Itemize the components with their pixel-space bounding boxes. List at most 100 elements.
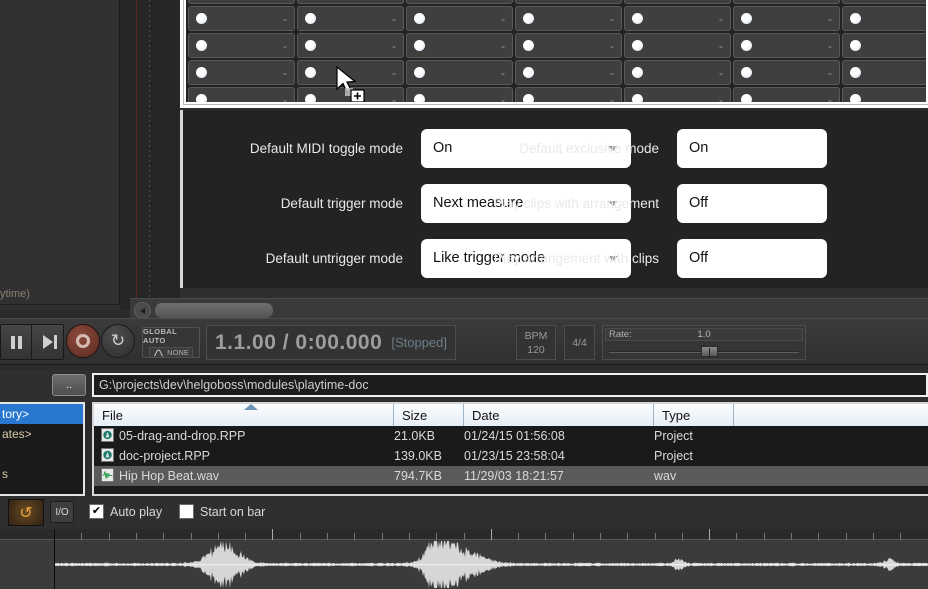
parent-directory-button[interactable]: .. xyxy=(52,374,86,396)
clip-slot[interactable]: - xyxy=(406,0,513,4)
playrate-control[interactable]: Rate: 1.0 xyxy=(602,325,806,360)
clip-slot[interactable]: - xyxy=(733,0,840,4)
clip-slot[interactable]: - xyxy=(733,33,840,58)
scroll-left-arrow-icon[interactable] xyxy=(134,302,151,319)
clip-slot[interactable]: - xyxy=(842,0,926,4)
table-row[interactable]: doc-project.RPP 139.0KB 01/23/15 23:58:04 P… xyxy=(94,446,928,466)
clip-slot[interactable]: - xyxy=(406,60,513,85)
track-control-panel[interactable]: ytime) xyxy=(0,0,120,305)
circle-led-icon[interactable] xyxy=(523,67,534,78)
column-header-date[interactable]: Date xyxy=(464,404,654,426)
clip-matrix-grid[interactable]: ----------------------------------------… xyxy=(186,0,926,102)
circle-led-icon[interactable] xyxy=(850,94,861,102)
time-signature-display[interactable]: 4/4 xyxy=(564,325,595,360)
circle-led-icon[interactable] xyxy=(632,94,643,102)
clip-slot[interactable]: - xyxy=(297,33,404,58)
circle-led-icon[interactable] xyxy=(741,67,752,78)
clip-slot[interactable]: - xyxy=(188,33,295,58)
clip-slot[interactable]: - xyxy=(188,0,295,4)
record-button[interactable] xyxy=(66,324,100,358)
circle-led-icon[interactable] xyxy=(196,94,207,102)
clip-slot[interactable]: - xyxy=(733,87,840,102)
circle-led-icon[interactable] xyxy=(850,13,861,24)
clip-slot[interactable]: - xyxy=(842,60,926,85)
circle-led-icon[interactable] xyxy=(196,67,207,78)
clip-slot[interactable]: - xyxy=(515,87,622,102)
clip-slot[interactable]: - xyxy=(188,87,295,102)
clip-slot[interactable]: - xyxy=(188,6,295,31)
global-automation-mode[interactable]: GLOBAL AUTO NONE xyxy=(142,327,200,358)
waveform-ruler[interactable] xyxy=(0,529,928,540)
play-clips-with-arrangement-dropdown[interactable]: Off xyxy=(677,183,827,223)
clip-slot[interactable]: - xyxy=(515,60,622,85)
transport-position-display[interactable]: 1.1.00 / 0:00.000 [Stopped] xyxy=(206,325,456,360)
clip-slot[interactable]: - xyxy=(297,6,404,31)
go-to-end-button[interactable] xyxy=(32,325,63,359)
clip-slot[interactable]: - xyxy=(842,87,926,102)
clip-slot[interactable]: - xyxy=(406,33,513,58)
horizontal-scrollbar[interactable] xyxy=(130,298,928,320)
circle-led-icon[interactable] xyxy=(523,94,534,102)
path-input[interactable]: G:\projects\dev\helgoboss\modules\playti… xyxy=(92,373,928,397)
circle-led-icon[interactable] xyxy=(414,94,425,102)
start-on-bar-toggle[interactable]: Start on bar xyxy=(179,504,265,519)
circle-led-icon[interactable] xyxy=(305,67,316,78)
io-routing-button[interactable]: I/O xyxy=(50,501,74,523)
circle-led-icon[interactable] xyxy=(632,13,643,24)
clip-slot[interactable]: - xyxy=(624,87,731,102)
tree-item[interactable]: s xyxy=(0,464,83,484)
circle-led-icon[interactable] xyxy=(741,94,752,102)
circle-led-icon[interactable] xyxy=(741,40,752,51)
clip-slot[interactable]: - xyxy=(406,6,513,31)
circle-led-icon[interactable] xyxy=(741,13,752,24)
column-header-size[interactable]: Size xyxy=(394,404,464,426)
circle-led-icon[interactable] xyxy=(196,13,207,24)
clip-slot[interactable]: - xyxy=(515,33,622,58)
auto-play-checkbox[interactable] xyxy=(89,504,104,519)
clip-slot[interactable]: - xyxy=(624,60,731,85)
circle-led-icon[interactable] xyxy=(523,13,534,24)
play-arrangement-with-clips-dropdown[interactable]: Off xyxy=(677,238,827,278)
circle-led-icon[interactable] xyxy=(632,40,643,51)
default-exclusive-mode-dropdown[interactable]: On xyxy=(677,128,827,168)
clip-slot[interactable]: - xyxy=(515,6,622,31)
clip-slot[interactable]: - xyxy=(733,6,840,31)
circle-led-icon[interactable] xyxy=(414,40,425,51)
bpm-display[interactable]: BPM 120 xyxy=(516,325,556,360)
clip-slot[interactable]: - xyxy=(297,0,404,4)
circle-led-icon[interactable] xyxy=(850,40,861,51)
table-row[interactable]: 05-drag-and-drop.RPP 21.0KB 01/24/15 01:56… xyxy=(94,426,928,446)
file-list[interactable]: File Size Date Type 05-drag-and-drop.RPP… xyxy=(92,402,928,496)
clip-slot[interactable]: - xyxy=(515,0,622,4)
circle-led-icon[interactable] xyxy=(305,94,316,102)
clip-slot[interactable]: - xyxy=(842,6,926,31)
clip-slot[interactable]: - xyxy=(624,0,731,4)
repeat-button[interactable]: ↻ xyxy=(101,324,135,358)
global-auto-value-box[interactable]: NONE xyxy=(149,347,193,358)
circle-led-icon[interactable] xyxy=(523,40,534,51)
playrate-slider[interactable] xyxy=(605,346,803,357)
waveform-preview[interactable] xyxy=(0,529,928,589)
clip-slot[interactable]: - xyxy=(188,60,295,85)
tree-item[interactable]: tory> xyxy=(0,404,83,424)
clip-slot[interactable]: - xyxy=(624,6,731,31)
circle-led-icon[interactable] xyxy=(305,13,316,24)
auto-play-toggle[interactable]: Auto play xyxy=(89,504,162,519)
circle-led-icon[interactable] xyxy=(305,40,316,51)
slider-thumb[interactable] xyxy=(701,346,718,357)
circle-led-icon[interactable] xyxy=(414,13,425,24)
clip-slot[interactable]: - xyxy=(406,87,513,102)
circle-led-icon[interactable] xyxy=(414,67,425,78)
table-row[interactable]: Hip Hop Beat.wav 794.7KB 11/29/03 18:21:57… xyxy=(94,466,928,486)
tree-item[interactable]: ates> xyxy=(0,424,83,444)
column-header-type[interactable]: Type xyxy=(654,404,734,426)
pause-button[interactable] xyxy=(1,325,32,359)
preview-play-cursor[interactable] xyxy=(54,529,55,589)
clip-slot[interactable]: - xyxy=(624,33,731,58)
tree-item[interactable] xyxy=(0,444,83,464)
circle-led-icon[interactable] xyxy=(196,40,207,51)
browser-shortcuts-tree[interactable]: tory> ates> s xyxy=(0,402,85,496)
preview-loop-toggle[interactable]: ↺ xyxy=(8,499,44,526)
start-on-bar-checkbox[interactable] xyxy=(179,504,194,519)
circle-led-icon[interactable] xyxy=(850,67,861,78)
